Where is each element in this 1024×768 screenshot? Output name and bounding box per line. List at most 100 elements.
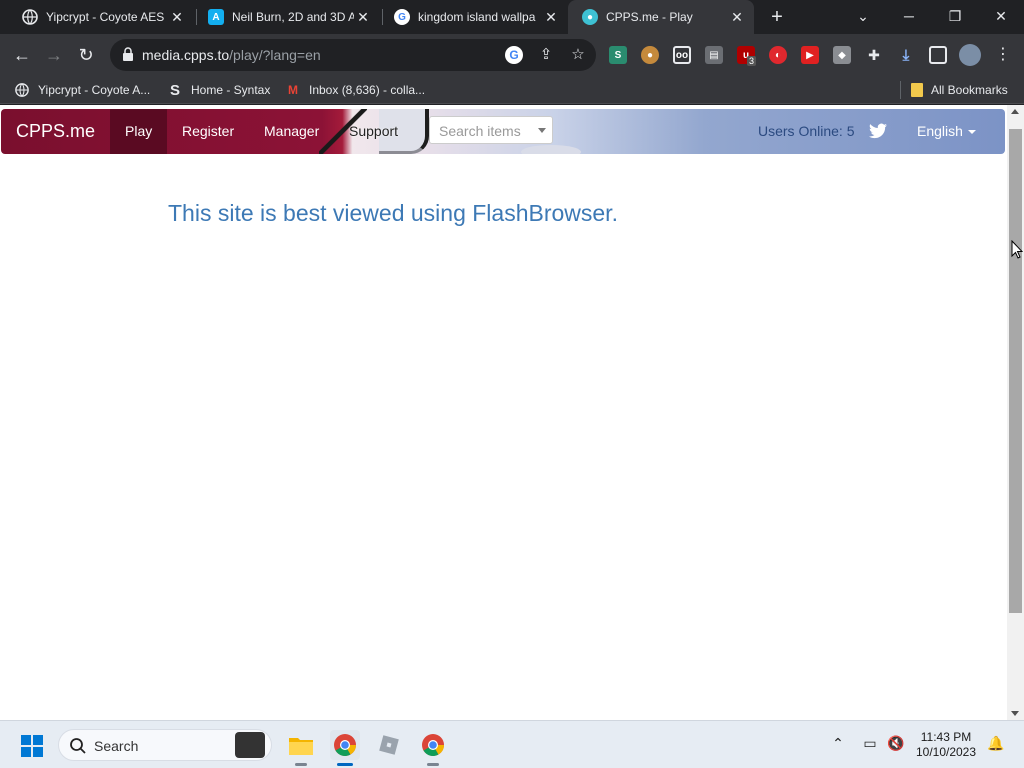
clock-date: 10/10/2023: [915, 745, 977, 759]
extension-printer-icon[interactable]: ▤: [705, 46, 723, 64]
syntax-s-icon: S: [169, 81, 180, 99]
close-tab-icon[interactable]: ✕: [728, 9, 746, 26]
restore-icon[interactable]: ❐: [932, 0, 978, 34]
extension-badge: 3: [747, 56, 757, 66]
search-placeholder: Search items: [439, 123, 521, 139]
navbar-artwork: [521, 145, 581, 154]
google-lens-icon[interactable]: G: [505, 46, 523, 64]
scroll-down-icon[interactable]: [1011, 711, 1019, 716]
mouse-cursor-icon: [1011, 240, 1023, 259]
bookmarks-bar: Yipcrypt - Coyote A... S Home - Syntax M…: [0, 76, 1024, 104]
globe-icon: [14, 82, 30, 98]
close-tab-icon[interactable]: ✕: [168, 9, 186, 26]
youtube-icon[interactable]: ▶: [801, 46, 819, 64]
search-highlight-image: [235, 732, 265, 758]
extensions-puzzle-icon[interactable]: ✚: [865, 46, 883, 64]
bookmark-label: Inbox (8,636) - colla...: [309, 83, 426, 97]
tray-chevron-up-icon[interactable]: ⌃: [830, 735, 846, 755]
app-indicator: [295, 763, 307, 766]
bookmark-inbox[interactable]: M Inbox (8,636) - colla...: [285, 81, 425, 99]
notification-bell-icon[interactable]: 🔔: [986, 735, 1006, 755]
tab-strip: Yipcrypt - Coyote AES ✕ A Neil Burn, 2D …: [0, 0, 1024, 34]
lock-icon[interactable]: [122, 47, 134, 61]
minimize-icon[interactable]: ─: [886, 0, 932, 34]
artstation-icon: A: [208, 9, 224, 25]
close-tab-icon[interactable]: ✕: [542, 9, 560, 26]
folder-icon: [911, 83, 923, 97]
roblox-icon[interactable]: ◆: [833, 46, 851, 64]
search-items-select[interactable]: Search items: [429, 116, 553, 144]
nav-manager[interactable]: Manager: [249, 109, 334, 154]
users-online: Users Online: 5: [758, 123, 855, 139]
windows-taskbar: Search ⌃ ▭ 🔇 11:43 PM 10/10/2023 🔔: [0, 720, 1024, 768]
extension-oo-icon[interactable]: oo: [673, 46, 691, 64]
site-navbar: CPPS.me Play Register Manager Support Se…: [1, 109, 1005, 154]
close-tab-icon[interactable]: ✕: [354, 9, 372, 26]
nav-register[interactable]: Register: [167, 109, 249, 154]
bookmark-star-icon[interactable]: ☆: [569, 46, 587, 64]
tab-yipcrypt[interactable]: Yipcrypt - Coyote AES ✕: [8, 0, 194, 34]
nav-play[interactable]: Play: [110, 109, 168, 154]
tab-neil-burn[interactable]: A Neil Burn, 2D and 3D A ✕: [194, 0, 380, 34]
reload-icon[interactable]: ↻: [74, 43, 98, 67]
extension-s-icon[interactable]: S: [609, 46, 627, 64]
chrome-taskbar-icon-2[interactable]: [418, 730, 448, 766]
flashbrowser-notice: This site is best viewed using FlashBrow…: [168, 200, 618, 226]
search-icon: [70, 738, 86, 754]
side-panel-icon[interactable]: [929, 46, 947, 64]
site-brand[interactable]: CPPS.me: [16, 109, 95, 154]
menu-kebab-icon[interactable]: ⋮: [991, 43, 1015, 67]
profile-avatar[interactable]: [959, 44, 981, 66]
cpps-icon: ●: [582, 9, 598, 25]
share-icon[interactable]: ⇪: [537, 46, 555, 64]
caret-down-icon: [967, 130, 976, 135]
app-indicator: [427, 763, 439, 766]
app-indicator: [337, 763, 353, 766]
browser-toolbar: ← → ↻ media.cpps.to/play/?lang=en G ⇪ ☆ …: [0, 34, 1024, 76]
back-arrow-icon[interactable]: ←: [10, 43, 34, 67]
caret-down-icon: [538, 128, 546, 133]
chrome-taskbar-icon[interactable]: [330, 730, 360, 766]
address-bar[interactable]: media.cpps.to/play/?lang=en G ⇪ ☆: [110, 39, 596, 71]
tab-kingdom-island[interactable]: G kingdom island wallpa ✕: [380, 0, 568, 34]
download-icon[interactable]: ⤓: [897, 46, 915, 64]
search-label: Search: [94, 738, 139, 754]
scroll-up-icon[interactable]: [1011, 109, 1019, 114]
bookmark-label: Home - Syntax: [191, 83, 271, 97]
clock-time: 11:43 PM: [920, 730, 972, 744]
file-explorer-icon[interactable]: [286, 730, 316, 766]
windows-start-icon[interactable]: [20, 734, 44, 758]
page-scrollbar[interactable]: [1007, 105, 1024, 720]
tab-search-chevron-icon[interactable]: ⌄: [840, 0, 886, 34]
tab-title: Yipcrypt - Coyote AES: [46, 10, 165, 24]
bookmark-syntax[interactable]: S Home - Syntax: [167, 81, 270, 99]
url-text[interactable]: media.cpps.to/play/?lang=en: [142, 47, 321, 63]
tab-title: kingdom island wallpa: [418, 10, 536, 24]
tab-title: Neil Burn, 2D and 3D A: [232, 10, 354, 24]
cookie-icon[interactable]: ●: [641, 46, 659, 64]
network-icon[interactable]: ▭: [860, 735, 880, 755]
system-clock[interactable]: 11:43 PM 10/10/2023: [912, 730, 980, 760]
twitter-icon[interactable]: [869, 123, 887, 139]
tab-title: CPPS.me - Play: [606, 10, 693, 24]
page-viewport: CPPS.me Play Register Manager Support Se…: [0, 105, 1007, 720]
language-dropdown[interactable]: English: [902, 109, 991, 154]
all-bookmarks-label: All Bookmarks: [931, 83, 1008, 97]
nav-support[interactable]: Support: [334, 109, 413, 154]
volume-muted-icon[interactable]: 🔇: [886, 735, 906, 755]
gmail-icon: M: [288, 83, 298, 97]
taskbar-search[interactable]: Search: [58, 729, 272, 761]
extension-red-icon[interactable]: ◐: [769, 46, 787, 64]
tab-cpps-play[interactable]: ● CPPS.me - Play ✕: [568, 0, 754, 34]
bookmark-yipcrypt[interactable]: Yipcrypt - Coyote A...: [14, 81, 150, 99]
bookmarks-divider: [900, 81, 901, 99]
globe-icon: [22, 9, 38, 25]
google-icon: G: [394, 9, 410, 25]
close-window-icon[interactable]: ✕: [978, 0, 1024, 34]
scroll-thumb[interactable]: [1009, 129, 1022, 613]
forward-arrow-icon[interactable]: →: [42, 43, 66, 67]
roblox-taskbar-icon[interactable]: [374, 730, 404, 760]
new-tab-button[interactable]: +: [766, 6, 788, 28]
bookmark-label: Yipcrypt - Coyote A...: [38, 83, 151, 97]
all-bookmarks[interactable]: All Bookmarks: [911, 81, 1008, 99]
